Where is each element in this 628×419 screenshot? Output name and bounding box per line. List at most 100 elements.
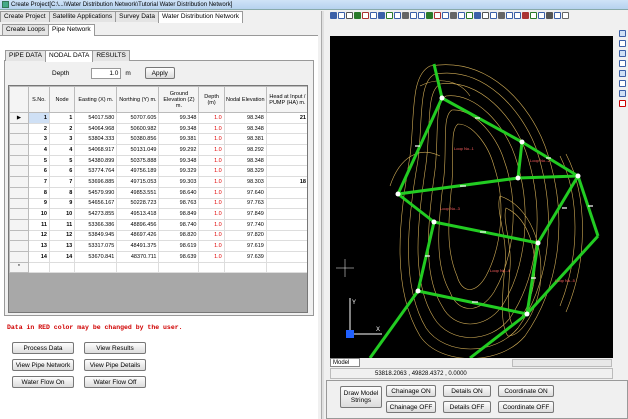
row-header[interactable] xyxy=(9,176,29,188)
open-icon[interactable] xyxy=(338,12,345,19)
col-header-node[interactable]: Node xyxy=(48,86,76,113)
tab-pipe-network[interactable]: Pipe Network xyxy=(48,24,95,36)
text-icon[interactable] xyxy=(482,12,489,19)
cell-nodal-elevation[interactable]: 97.619 xyxy=(223,240,267,252)
undo-icon[interactable] xyxy=(370,12,377,19)
process-data-button[interactable]: Process Data xyxy=(12,342,74,354)
cell-depth[interactable]: 1.0 xyxy=(198,122,225,135)
row-header[interactable] xyxy=(9,208,29,220)
tab-create-loops[interactable]: Create Loops xyxy=(2,24,50,35)
cell-nodal-elevation[interactable]: 97.849 xyxy=(223,208,267,220)
cell-node[interactable]: 2 xyxy=(48,122,76,135)
cell-head-input[interactable] xyxy=(265,154,307,167)
table-row[interactable]: 7 7 53696.885 49715.053 99.303 1.0 98.303 18 xyxy=(9,176,307,188)
cell-northing[interactable]: 48697.426 xyxy=(116,229,160,242)
ortho-icon[interactable] xyxy=(546,12,553,19)
polyline-icon[interactable] xyxy=(458,12,465,19)
cell-nodal-elevation[interactable]: 98.381 xyxy=(223,133,267,146)
cell-head-input[interactable] xyxy=(265,197,307,210)
table-row[interactable]: 2 2 54064.968 50600.982 99.348 1.0 98.348 xyxy=(9,122,307,135)
cell-easting[interactable]: 54064.968 xyxy=(74,122,118,135)
cell-nodal-elevation[interactable]: 97.820 xyxy=(223,229,267,242)
cell-sno[interactable]: 11 xyxy=(27,218,50,231)
cell-ground-elevation[interactable]: 99.348 xyxy=(158,112,200,124)
depth-input[interactable]: 1.0 xyxy=(91,67,122,79)
cell-node[interactable]: 3 xyxy=(48,133,76,146)
cell-depth[interactable]: 1.0 xyxy=(198,154,225,167)
cell-northing[interactable]: 50380.856 xyxy=(116,133,160,146)
table-row[interactable]: 10 10 54273.855 49513.418 98.849 1.0 97.849 xyxy=(9,208,307,220)
table-row[interactable]: 5 5 54380.899 50375.888 99.348 1.0 98.348 xyxy=(9,154,307,167)
cell-northing[interactable]: 49756.189 xyxy=(116,165,160,178)
row-header[interactable]: ▶ xyxy=(9,112,29,124)
erase-icon[interactable] xyxy=(490,12,497,19)
cell-empty[interactable] xyxy=(116,261,160,274)
cell-easting[interactable]: 54017.580 xyxy=(74,112,118,124)
details-off-button[interactable]: Details OFF xyxy=(443,401,491,413)
layer-icon[interactable] xyxy=(442,12,449,19)
move-icon[interactable] xyxy=(498,12,505,19)
coordinate-on-button[interactable]: Coordinate ON xyxy=(498,385,554,397)
link-icon[interactable] xyxy=(618,50,626,57)
cell-nodal-elevation[interactable]: 98.348 xyxy=(223,154,267,167)
cell-ground-elevation[interactable]: 99.329 xyxy=(158,165,200,178)
cell-easting[interactable]: 54380.899 xyxy=(74,154,118,167)
cell-northing[interactable]: 50228.723 xyxy=(116,197,160,210)
cell-ground-elevation[interactable]: 98.763 xyxy=(158,197,200,210)
cell-ground-elevation[interactable]: 99.303 xyxy=(158,176,200,188)
cell-head-input[interactable] xyxy=(265,250,307,263)
tab-survey-data[interactable]: Survey Data xyxy=(115,11,159,22)
cell-empty[interactable] xyxy=(74,261,118,274)
cell-node[interactable]: 13 xyxy=(48,240,76,252)
cell-easting[interactable]: 54273.855 xyxy=(74,208,118,220)
cell-sno[interactable]: 6 xyxy=(27,165,50,178)
cell-sno[interactable]: 9 xyxy=(27,197,50,210)
cell-node[interactable]: 6 xyxy=(48,165,76,178)
cell-northing[interactable]: 50600.982 xyxy=(116,122,160,135)
cell-northing[interactable]: 48896.456 xyxy=(116,218,160,231)
cell-head-input[interactable] xyxy=(265,122,307,135)
cell-easting[interactable]: 54068.917 xyxy=(74,144,118,156)
cell-node[interactable]: 8 xyxy=(48,186,76,199)
row-header[interactable] xyxy=(9,133,29,146)
cell-sno[interactable]: 12 xyxy=(27,229,50,242)
cell-node[interactable]: 9 xyxy=(48,197,76,210)
cut-icon[interactable] xyxy=(362,12,369,19)
cell-depth[interactable]: 1.0 xyxy=(198,133,225,146)
model-tab[interactable]: Model xyxy=(330,358,360,367)
cell-empty[interactable] xyxy=(48,261,76,274)
cell-head-input[interactable]: 21 xyxy=(265,112,307,124)
cell-nodal-elevation[interactable]: 98.348 xyxy=(223,122,267,135)
cell-nodal-elevation[interactable]: 98.329 xyxy=(223,165,267,178)
cell-nodal-elevation[interactable]: 97.740 xyxy=(223,218,267,231)
table-row[interactable]: 14 14 53670.841 48370.711 98.639 1.0 97.639 xyxy=(9,250,307,263)
cell-ground-elevation[interactable]: 98.639 xyxy=(158,250,200,263)
zoom-in-icon[interactable] xyxy=(394,12,401,19)
cell-head-input[interactable] xyxy=(265,165,307,178)
cell-northing[interactable]: 50375.888 xyxy=(116,154,160,167)
zoom-out-icon[interactable] xyxy=(402,12,409,19)
cell-northing[interactable]: 48491.375 xyxy=(116,240,160,252)
water-flow-off-button[interactable]: Water Flow Off xyxy=(84,376,146,388)
row-header[interactable] xyxy=(9,240,29,252)
water-flow-on-button[interactable]: Water Flow On xyxy=(12,376,74,388)
cell-depth[interactable]: 1.0 xyxy=(198,250,225,263)
properties-icon[interactable] xyxy=(562,12,569,19)
cell-nodal-elevation[interactable]: 98.303 xyxy=(223,176,267,188)
nodal-data-grid[interactable]: S.No. Node Easting (X) m. Northing (Y) m… xyxy=(8,85,308,313)
cell-sno[interactable]: 2 xyxy=(27,122,50,135)
cell-head-input[interactable] xyxy=(265,218,307,231)
cell-node[interactable]: 7 xyxy=(48,176,76,188)
cell-empty[interactable] xyxy=(158,261,200,274)
grid-icon[interactable] xyxy=(538,12,545,19)
cell-ground-elevation[interactable]: 99.292 xyxy=(158,144,200,156)
view-pipe-network-button[interactable]: View Pipe Network xyxy=(12,359,74,371)
cell-easting[interactable]: 53366.386 xyxy=(74,218,118,231)
tab-pipe-data[interactable]: PIPE DATA xyxy=(5,50,46,61)
row-header[interactable] xyxy=(9,218,29,231)
cell-sno[interactable]: 13 xyxy=(27,240,50,252)
cell-easting[interactable]: 53696.885 xyxy=(74,176,118,188)
table-row[interactable]: 13 13 53317.075 48491.375 98.619 1.0 97.619 xyxy=(9,240,307,252)
cell-depth[interactable]: 1.0 xyxy=(198,240,225,252)
cell-depth[interactable]: 1.0 xyxy=(198,208,225,220)
